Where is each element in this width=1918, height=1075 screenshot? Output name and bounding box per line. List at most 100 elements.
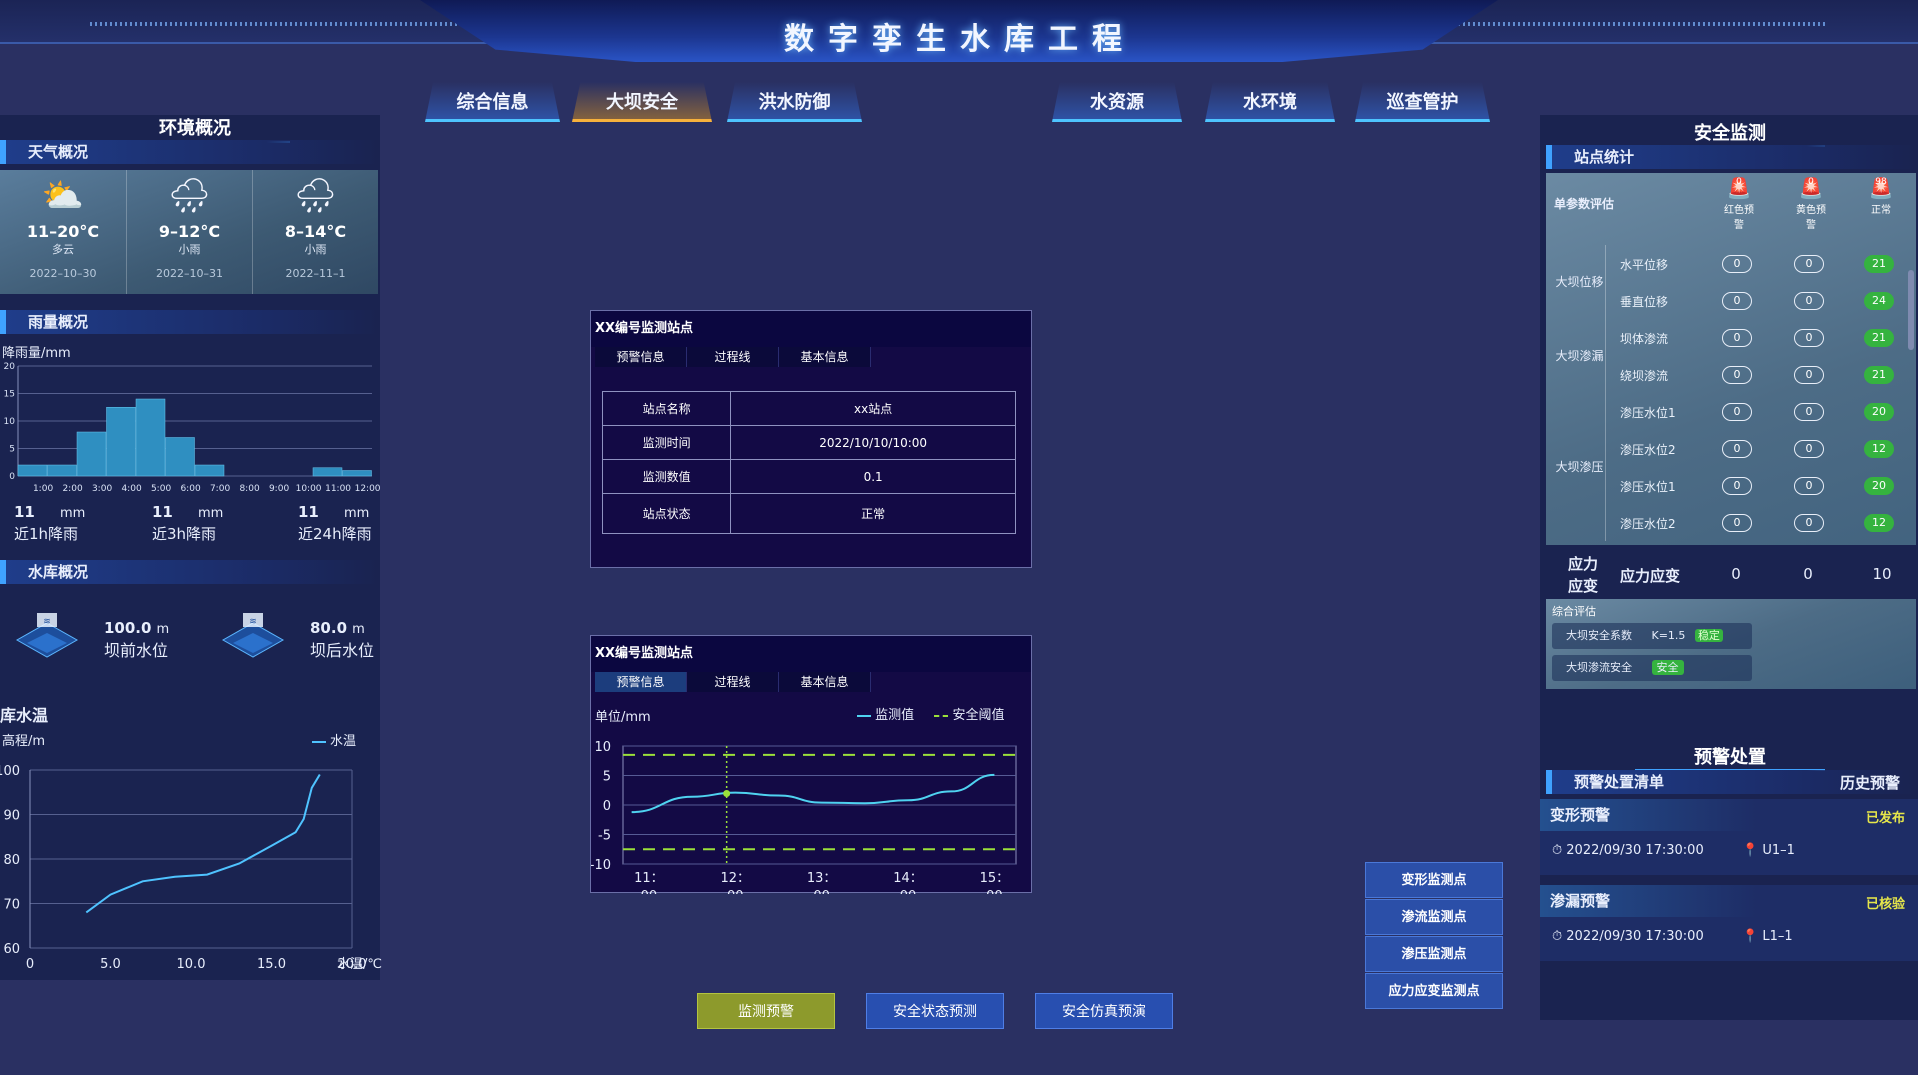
yellow-count-pill: 0: [1794, 514, 1824, 532]
table-row: 监测数值 0.1: [601, 459, 1016, 494]
tab-process-line[interactable]: 过程线: [687, 347, 779, 367]
normal-count-pill: 24: [1864, 292, 1894, 310]
rain-xtick: 5:00: [151, 484, 171, 494]
rain-ytick: 0: [9, 472, 15, 482]
station-param-name: 坝体渗流: [1620, 332, 1669, 346]
front-water-level: 100.0 m 坝前水位: [104, 618, 169, 661]
rain-bar: [165, 437, 195, 477]
scrollbar-thumb[interactable]: [1908, 270, 1914, 350]
water-temp-chart: 6070809010005.010.015.020.0水温/℃: [0, 764, 382, 972]
rain-value: 11: [298, 503, 319, 521]
temp-legend: 水温: [312, 730, 356, 749]
tab-patrol[interactable]: 巡查管护: [1355, 82, 1490, 122]
proc-xtick-hour: 13：: [807, 871, 837, 886]
location-pin-icon: 📍: [1742, 843, 1759, 858]
alarm-item-deformation[interactable]: 变形预警 已发布 ⏱ 2022/09/30 17:30:00 📍 U1–1: [1540, 799, 1918, 875]
seepage-safety-label: 大坝渗流安全: [1566, 661, 1632, 674]
station-param-name: 渗压水位2: [1620, 443, 1676, 457]
weather-cond: 多云: [52, 243, 74, 256]
alarm-item-seepage[interactable]: 渗漏预警 已核验 ⏱ 2022/09/30 17:30:00 📍 L1–1: [1540, 885, 1918, 961]
rain-label: 近3h降雨: [152, 525, 217, 543]
safety-factor-label: 大坝安全系数: [1566, 629, 1632, 642]
front-level-unit: m: [156, 622, 170, 637]
yellow-count-pill: 0: [1794, 292, 1824, 310]
proc-ytick: 10: [594, 740, 611, 755]
cloud-rain-icon: 🌧: [293, 176, 338, 216]
weather-day-3: 🌧 8–14°C 小雨 2022–11–1: [252, 170, 378, 294]
stress-strain-points-button[interactable]: 应力应变监测点: [1365, 973, 1503, 1009]
tab-basic-info[interactable]: 基本信息: [779, 347, 871, 367]
station-info-popup: XX编号监测站点 预警信息 过程线 基本信息 站点名称 xx站点 监测时间 2022…: [590, 310, 1032, 568]
rain-unit: mm: [197, 506, 224, 521]
rain-ytick: 10: [4, 417, 16, 427]
overall-eval-card: 综合评估 大坝安全系数 K=1.5 稳定 大坝渗流安全 安全: [1546, 599, 1916, 689]
proc-xtick-min: 00: [727, 889, 744, 894]
station-row: 渗压水位1 0 0 20: [1546, 467, 1918, 504]
tab-process-line[interactable]: 过程线: [687, 672, 779, 692]
row-key: 站点名称: [601, 391, 732, 426]
right-panel: 安全监测 站点统计 单参数评估 🚨 红色预警 🚨 黄色预警 🚨 正常 0 0 9…: [1540, 115, 1918, 1020]
tab-overview[interactable]: 综合信息: [425, 82, 560, 122]
proc-xtick-min: 00: [986, 889, 1003, 894]
rain-bar: [106, 407, 136, 477]
row-value: 2022/10/10/10:00: [730, 425, 1016, 460]
clock-icon: ⏱: [1552, 843, 1563, 858]
popup-title: XX编号监测站点: [591, 636, 1031, 672]
normal-count-pill: 20: [1864, 477, 1894, 495]
station-param-name: 垂直位移: [1620, 295, 1669, 309]
weather-cond: 小雨: [304, 243, 327, 256]
proc-xtick-min: 00: [813, 889, 830, 894]
alarm-location: L1–1: [1762, 929, 1793, 944]
stress-yellow: 0: [1803, 565, 1813, 583]
rain-stat-24h: 11 mm 近24h降雨: [298, 502, 398, 544]
temp-series-line: [85, 773, 321, 914]
legend-swatch: [857, 714, 871, 717]
temp-xtick: 15.0: [257, 957, 286, 972]
tab-alarm-info[interactable]: 预警信息: [595, 672, 687, 692]
temp-xlabel: 水温/℃: [337, 957, 382, 972]
proc-ytick: 0: [603, 799, 611, 814]
rain-xtick: 7:00: [210, 484, 230, 494]
tab-flood-defense[interactable]: 洪水防御: [727, 82, 862, 122]
tab-dam-safety[interactable]: 大坝安全: [572, 82, 712, 122]
tab-alarm-info[interactable]: 预警信息: [595, 347, 687, 367]
rain-ytick: 15: [4, 390, 15, 400]
rain-bar: [17, 464, 48, 477]
weather-temp: 8–14°C: [284, 222, 347, 241]
water-level-back-icon: ≋: [218, 605, 288, 675]
station-param-name: 渗压水位1: [1620, 480, 1676, 494]
svg-text:≋: ≋: [249, 617, 257, 627]
tab-basic-info[interactable]: 基本信息: [779, 672, 871, 692]
station-row: 绕坝渗流 0 0 21: [1546, 356, 1918, 393]
rain-xtick: 3:00: [92, 484, 112, 494]
rain-stats: 11 mm 近1h降雨 11 mm 近3h降雨 11 mm 近24h降雨: [14, 502, 374, 546]
back-level-value: 80.0: [310, 619, 348, 637]
yellow-alarm-label: 黄色预警: [1796, 205, 1826, 231]
alarm-loc-row: 📍 U1–1: [1742, 843, 1795, 858]
station-row: 渗压水位2 0 0 12: [1546, 430, 1918, 467]
seepage-points-button[interactable]: 渗流监测点: [1365, 899, 1503, 935]
process-line-chart: 10 5 0 -5 -10 11： 00 12： 00 13： 00 14： 00 15： 00: [591, 740, 1017, 894]
tab-water-resources[interactable]: 水资源: [1052, 82, 1182, 122]
temp-xtick: 10.0: [177, 957, 206, 972]
pore-pressure-points-button[interactable]: 渗压监测点: [1365, 936, 1503, 972]
yellow-count-pill: 0: [1794, 440, 1824, 458]
stress-row: 应力应变 应力应变 0 0 10: [1546, 545, 1916, 607]
safety-simulation-button[interactable]: 安全仿真预演: [1035, 993, 1173, 1029]
rain-xtick: 4:00: [121, 484, 141, 494]
header-decor-left: [90, 22, 510, 26]
proc-ytick: 5: [603, 770, 611, 785]
safety-state-forecast-button[interactable]: 安全状态预测: [866, 993, 1004, 1029]
monitor-alarm-button[interactable]: 监测预警: [697, 993, 835, 1029]
station-param-name: 渗压水位2: [1620, 517, 1676, 531]
history-alarm-link[interactable]: 历史预警: [1840, 772, 1900, 793]
yellow-count-pill: 0: [1794, 477, 1824, 495]
normal-count-pill: 20: [1864, 403, 1894, 421]
tab-water-environment[interactable]: 水环境: [1205, 82, 1335, 122]
alarm-status: 已核验: [1866, 897, 1906, 912]
deformation-points-button[interactable]: 变形监测点: [1365, 862, 1503, 898]
temp-xtick: 5.0: [100, 957, 121, 972]
rain-xtick: 8:00: [239, 484, 259, 494]
row-value: xx站点: [730, 391, 1016, 426]
yellow-count-pill: 0: [1794, 255, 1824, 273]
